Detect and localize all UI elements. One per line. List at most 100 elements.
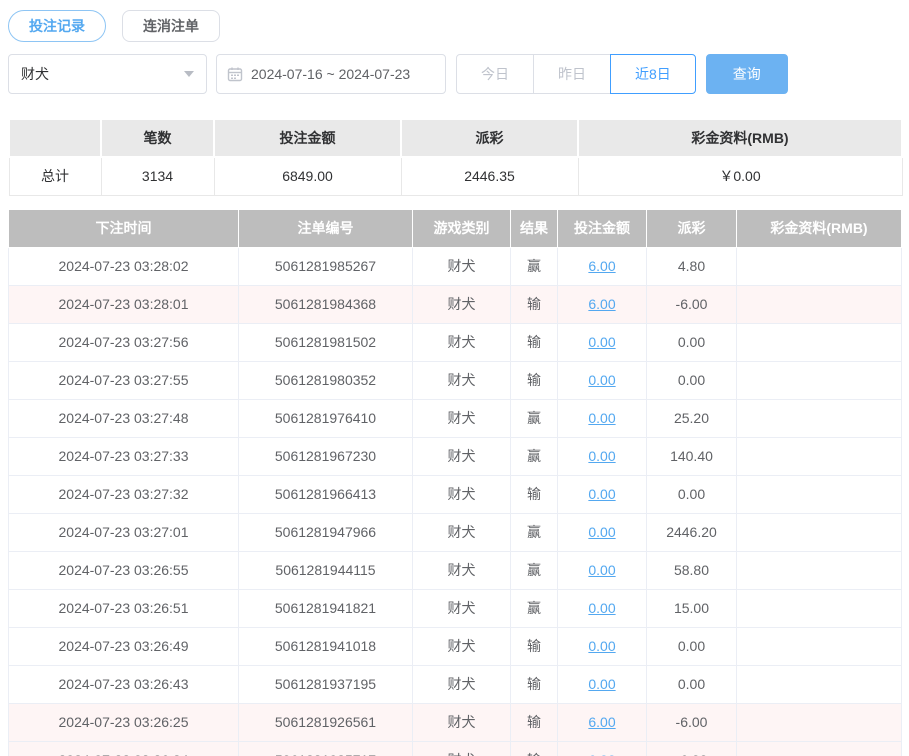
cell-bet-amount: 6.00 (558, 741, 647, 756)
cell-order-id: 5061281925717 (239, 741, 413, 756)
last-8-days-button[interactable]: 近8日 (610, 54, 696, 94)
cell-bet-time: 2024-07-23 03:27:48 (9, 399, 239, 437)
table-row: 2024-07-23 03:27:325061281966413财犬输0.000… (9, 475, 902, 513)
cell-bonus (737, 285, 902, 323)
bet-amount-link[interactable]: 0.00 (588, 600, 615, 616)
cell-payout: -6.00 (647, 703, 737, 741)
cell-result: 赢 (511, 551, 558, 589)
cell-game-type: 财犬 (413, 551, 511, 589)
cell-order-id: 5061281944115 (239, 551, 413, 589)
cell-result: 输 (511, 665, 558, 703)
cell-order-id: 5061281981502 (239, 323, 413, 361)
table-row: 2024-07-23 03:26:245061281925717财犬输6.00-… (9, 741, 902, 756)
bet-amount-link[interactable]: 0.00 (588, 372, 615, 388)
table-row: 2024-07-23 03:26:515061281941821财犬赢0.001… (9, 589, 902, 627)
query-button[interactable]: 查询 (706, 54, 788, 94)
cell-game-type: 财犬 (413, 247, 511, 285)
cell-bonus (737, 323, 902, 361)
bet-amount-link[interactable]: 0.00 (588, 676, 615, 692)
cell-result: 赢 (511, 399, 558, 437)
summary-total-bonus: ￥0.00 (578, 157, 902, 195)
cell-result: 赢 (511, 437, 558, 475)
bet-amount-link[interactable]: 6.00 (588, 296, 615, 312)
game-select[interactable]: 财犬 (8, 54, 207, 94)
cell-payout: 0.00 (647, 627, 737, 665)
betting-records-page: 投注记录 连消注单 财犬 2024-07 (0, 0, 909, 756)
cell-bonus (737, 437, 902, 475)
tab-chained-cancelled-orders[interactable]: 连消注单 (122, 10, 220, 42)
cell-bet-time: 2024-07-23 03:26:24 (9, 741, 239, 756)
summary-table: 笔数 投注金额 派彩 彩金资料(RMB) 总计 3134 6849.00 244… (8, 118, 903, 196)
cell-game-type: 财犬 (413, 399, 511, 437)
cell-bonus (737, 741, 902, 756)
cell-order-id: 5061281941018 (239, 627, 413, 665)
cell-bet-amount: 0.00 (558, 323, 647, 361)
cell-payout: 140.40 (647, 437, 737, 475)
cell-bet-amount: 0.00 (558, 399, 647, 437)
bet-amount-link[interactable]: 0.00 (588, 410, 615, 426)
cell-result: 输 (511, 361, 558, 399)
cell-bet-time: 2024-07-23 03:26:51 (9, 589, 239, 627)
cell-bet-amount: 0.00 (558, 551, 647, 589)
yesterday-button[interactable]: 昨日 (533, 54, 611, 94)
bet-amount-link[interactable]: 0.00 (588, 562, 615, 578)
table-row: 2024-07-23 03:27:565061281981502财犬输0.000… (9, 323, 902, 361)
cell-order-id: 5061281980352 (239, 361, 413, 399)
column-header-result: 结果 (511, 209, 558, 247)
summary-header-empty (9, 119, 101, 157)
cell-bonus (737, 551, 902, 589)
summary-total-count: 3134 (101, 157, 214, 195)
cell-bet-time: 2024-07-23 03:27:33 (9, 437, 239, 475)
cell-bonus (737, 475, 902, 513)
cell-bonus (737, 589, 902, 627)
bet-amount-link[interactable]: 6.00 (588, 714, 615, 730)
cell-bet-time: 2024-07-23 03:26:43 (9, 665, 239, 703)
cell-game-type: 财犬 (413, 589, 511, 627)
summary-header-bet-amount: 投注金额 (214, 119, 401, 157)
cell-game-type: 财犬 (413, 741, 511, 756)
summary-total-label: 总计 (9, 157, 101, 195)
filter-bar: 财犬 2024-07-16 ~ 2024-07-23 今 (8, 54, 901, 94)
bet-amount-link[interactable]: 0.00 (588, 524, 615, 540)
bet-amount-link[interactable]: 6.00 (588, 752, 615, 756)
records-table: 下注时间注单编号游戏类别结果投注金额派彩彩金资料(RMB) 2024-07-23… (8, 209, 902, 756)
bet-amount-link[interactable]: 0.00 (588, 448, 615, 464)
chevron-down-icon (184, 71, 194, 77)
game-select-value: 财犬 (21, 64, 184, 84)
tab-betting-records[interactable]: 投注记录 (8, 10, 106, 42)
cell-order-id: 5061281967230 (239, 437, 413, 475)
cell-result: 输 (511, 323, 558, 361)
cell-bet-time: 2024-07-23 03:27:32 (9, 475, 239, 513)
cell-bet-amount: 0.00 (558, 475, 647, 513)
cell-game-type: 财犬 (413, 437, 511, 475)
cell-bonus (737, 665, 902, 703)
summary-header-payout: 派彩 (401, 119, 578, 157)
top-tabs: 投注记录 连消注单 (8, 10, 901, 42)
cell-payout: 2446.20 (647, 513, 737, 551)
table-row: 2024-07-23 03:27:335061281967230财犬赢 0.00 1… (9, 437, 902, 475)
bet-amount-link[interactable]: 6.00 (588, 258, 615, 274)
cell-bonus (737, 513, 902, 551)
cell-game-type: 财犬 (413, 627, 511, 665)
date-range-picker[interactable]: 2024-07-16 ~ 2024-07-23 (216, 54, 446, 94)
cell-game-type: 财犬 (413, 475, 511, 513)
cell-bet-time: 2024-07-23 03:26:49 (9, 627, 239, 665)
cell-result: 赢 (511, 589, 558, 627)
cell-result: 赢 (511, 247, 558, 285)
cell-order-id: 5061281937195 (239, 665, 413, 703)
cell-bonus (737, 247, 902, 285)
cell-bet-time: 2024-07-23 03:26:55 (9, 551, 239, 589)
bet-amount-link[interactable]: 0.00 (588, 486, 615, 502)
cell-result: 输 (511, 703, 558, 741)
cell-game-type: 财犬 (413, 703, 511, 741)
cell-result: 输 (511, 627, 558, 665)
bet-amount-link[interactable]: 0.00 (588, 334, 615, 350)
cell-bet-amount: 0.00 (558, 361, 647, 399)
bet-amount-link[interactable]: 0.00 (588, 638, 615, 654)
today-button[interactable]: 今日 (456, 54, 534, 94)
cell-game-type: 财犬 (413, 285, 511, 323)
cell-bonus (737, 399, 902, 437)
calendar-icon (227, 66, 243, 82)
column-header-order-id: 注单编号 (239, 209, 413, 247)
cell-bet-amount: 0.00 (558, 665, 647, 703)
